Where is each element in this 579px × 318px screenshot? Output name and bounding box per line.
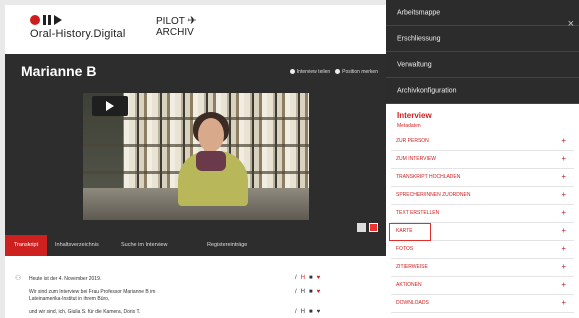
plus-icon[interactable]: +	[561, 208, 566, 217]
accordion-item-downloads[interactable]: Downloads +	[391, 295, 574, 313]
bookmark-label: Position merken	[342, 69, 378, 75]
accordion-label: Transkript hochladen	[396, 174, 461, 180]
accordion-label: Zitierweise	[396, 264, 428, 270]
transcript-line[interactable]: und wir sind, ich, Giulia S. für die Kam…	[29, 309, 140, 316]
edit-icon[interactable]	[357, 223, 366, 232]
player-area	[5, 92, 386, 235]
play-button[interactable]	[92, 96, 128, 116]
plus-icon[interactable]: +	[561, 190, 566, 199]
video-frame-scarf	[196, 151, 226, 171]
favorite-icon[interactable]: ♥	[317, 289, 321, 295]
accordion-item-citation[interactable]: Zitierweise +	[391, 259, 574, 277]
sidebar-item-label: Arbeitsmappe	[397, 9, 441, 16]
favorite-icon[interactable]: ♥	[317, 309, 321, 315]
tab-transcript[interactable]: Transkript	[5, 235, 47, 256]
accordion-item-assign-speakers[interactable]: Sprecher/innen zuordnen +	[391, 187, 574, 205]
play-triangle-icon	[106, 101, 114, 111]
panel-title: Interview	[397, 111, 432, 120]
edit-segment-icon[interactable]: /	[295, 289, 297, 295]
pilot-archive-label: PILOT ✈ ARCHIV	[156, 15, 197, 39]
archive-app: Oral-History.Digital PILOT ✈ ARCHIV Mari…	[5, 5, 386, 318]
segment-actions: / H ■ ♥	[295, 275, 320, 281]
accordion-item-photos[interactable]: Fotos +	[391, 241, 574, 259]
transcript-line[interactable]: Wir sind zum Interview bei Frau Professo…	[29, 289, 155, 296]
accordion-label: Zum Interview	[396, 156, 436, 162]
play-icon	[54, 15, 62, 25]
plus-icon[interactable]: +	[561, 226, 566, 235]
interview-header: Marianne B Interview teilen Position mer…	[5, 54, 386, 92]
plus-icon[interactable]: +	[561, 280, 566, 289]
sidebar-item-administration[interactable]: Verwaltung	[386, 52, 579, 78]
edit-segment-icon[interactable]: /	[295, 309, 297, 315]
sidebar-item-indexing[interactable]: Erschliessung	[386, 26, 579, 52]
bookmark-position-action[interactable]: Position merken	[335, 69, 378, 75]
accordion-label: Text erstellen	[396, 210, 440, 216]
sidebar-item-workbook[interactable]: Arbeitsmappe	[386, 0, 579, 26]
tab-table-of-contents[interactable]: Inhaltsverzeichnis	[47, 235, 113, 256]
heading-icon[interactable]: H	[301, 289, 305, 295]
heading-icon[interactable]: H	[301, 275, 305, 281]
favorite-icon[interactable]: ♥	[317, 275, 321, 281]
sidebar: Arbeitsmappe Erschliessung Verwaltung Ar…	[386, 0, 579, 318]
archive-text: ARCHIV	[156, 27, 194, 38]
transcript-line[interactable]: Heute ist der 4. November 2019.	[29, 276, 101, 283]
share-interview-action[interactable]: Interview teilen	[289, 69, 331, 75]
interviewee-name: Marianne B	[21, 63, 97, 79]
accordion-label: Fotos	[396, 246, 414, 252]
close-icon[interactable]: ×	[568, 18, 574, 30]
accordion-item-interview[interactable]: Zum Interview +	[391, 151, 574, 169]
interview-panel: Interview Metadaten Zur Person + Zum Inte…	[386, 104, 579, 318]
tab-registry-entries[interactable]: Registereinträge	[199, 235, 275, 256]
plus-icon[interactable]: +	[561, 154, 566, 163]
logo-marks	[30, 14, 125, 26]
plus-icon[interactable]: +	[561, 244, 566, 253]
highlight-box	[389, 223, 431, 241]
accordion-item-actions[interactable]: Aktionen +	[391, 277, 574, 295]
accordion-item-upload-transcript[interactable]: Transkript hochladen +	[391, 169, 574, 187]
accordion-item-person[interactable]: Zur Person +	[391, 133, 574, 151]
plus-icon[interactable]: +	[561, 262, 566, 271]
annotation-icon[interactable]: ■	[309, 309, 313, 315]
segment-actions: / H ■ ♥	[295, 289, 320, 295]
annotation-icon[interactable]: ■	[309, 275, 313, 281]
transcript-line[interactable]: Lateinamerika-Institut in ihrem Büro,	[29, 296, 109, 303]
video-frame-face	[198, 118, 224, 152]
ohd-logo[interactable]: Oral-History.Digital	[30, 14, 125, 40]
bookmark-dot-icon	[335, 69, 341, 75]
video-tools	[357, 223, 378, 232]
sidebar-item-label: Erschliessung	[397, 35, 441, 42]
pause-icon	[43, 15, 51, 25]
share-label: Interview teilen	[296, 69, 331, 75]
segment-actions: / H ■ ♥	[295, 309, 320, 315]
record-dot-icon	[30, 15, 40, 25]
logo-text: Oral-History.Digital	[30, 28, 126, 40]
tab-search-in-interview[interactable]: Suche im Interview	[113, 235, 199, 256]
transcript-panel: ⚇ Heute ist der 4. November 2019. Wir si…	[5, 256, 386, 318]
plus-icon[interactable]: +	[561, 298, 566, 307]
accordion-label: Sprecher/innen zuordnen	[396, 192, 471, 198]
accordion-label: Zur Person	[396, 138, 429, 144]
header-actions: Interview teilen Position merken	[289, 69, 378, 75]
sidebar-item-label: Verwaltung	[397, 61, 432, 68]
accordion-label: Aktionen	[396, 282, 422, 288]
video-player[interactable]	[83, 93, 309, 220]
sidebar-item-archive-config[interactable]: Archivkonfiguration	[386, 78, 579, 104]
plane-icon: ✈	[187, 15, 197, 27]
top-bar: Oral-History.Digital PILOT ✈ ARCHIV	[5, 5, 386, 54]
panel-subtitle: Metadaten	[397, 123, 421, 129]
annotate-icon[interactable]	[369, 223, 378, 232]
sidebar-item-label: Archivkonfiguration	[397, 87, 457, 94]
accordion-item-create-text[interactable]: Text erstellen +	[391, 205, 574, 223]
plus-icon[interactable]: +	[561, 136, 566, 145]
heading-icon[interactable]: H	[301, 309, 305, 315]
share-dot-icon	[289, 69, 295, 75]
plus-icon[interactable]: +	[561, 172, 566, 181]
pilot-text: PILOT	[156, 16, 185, 27]
edit-segment-icon[interactable]: /	[295, 275, 297, 281]
speaker-icon: ⚇	[15, 275, 22, 282]
annotation-icon[interactable]: ■	[309, 289, 313, 295]
accordion-label: Downloads	[396, 300, 429, 306]
screen: Oral-History.Digital PILOT ✈ ARCHIV Mari…	[0, 0, 579, 318]
content-tabs: Transkript Inhaltsverzeichnis Suche im I…	[5, 235, 386, 256]
